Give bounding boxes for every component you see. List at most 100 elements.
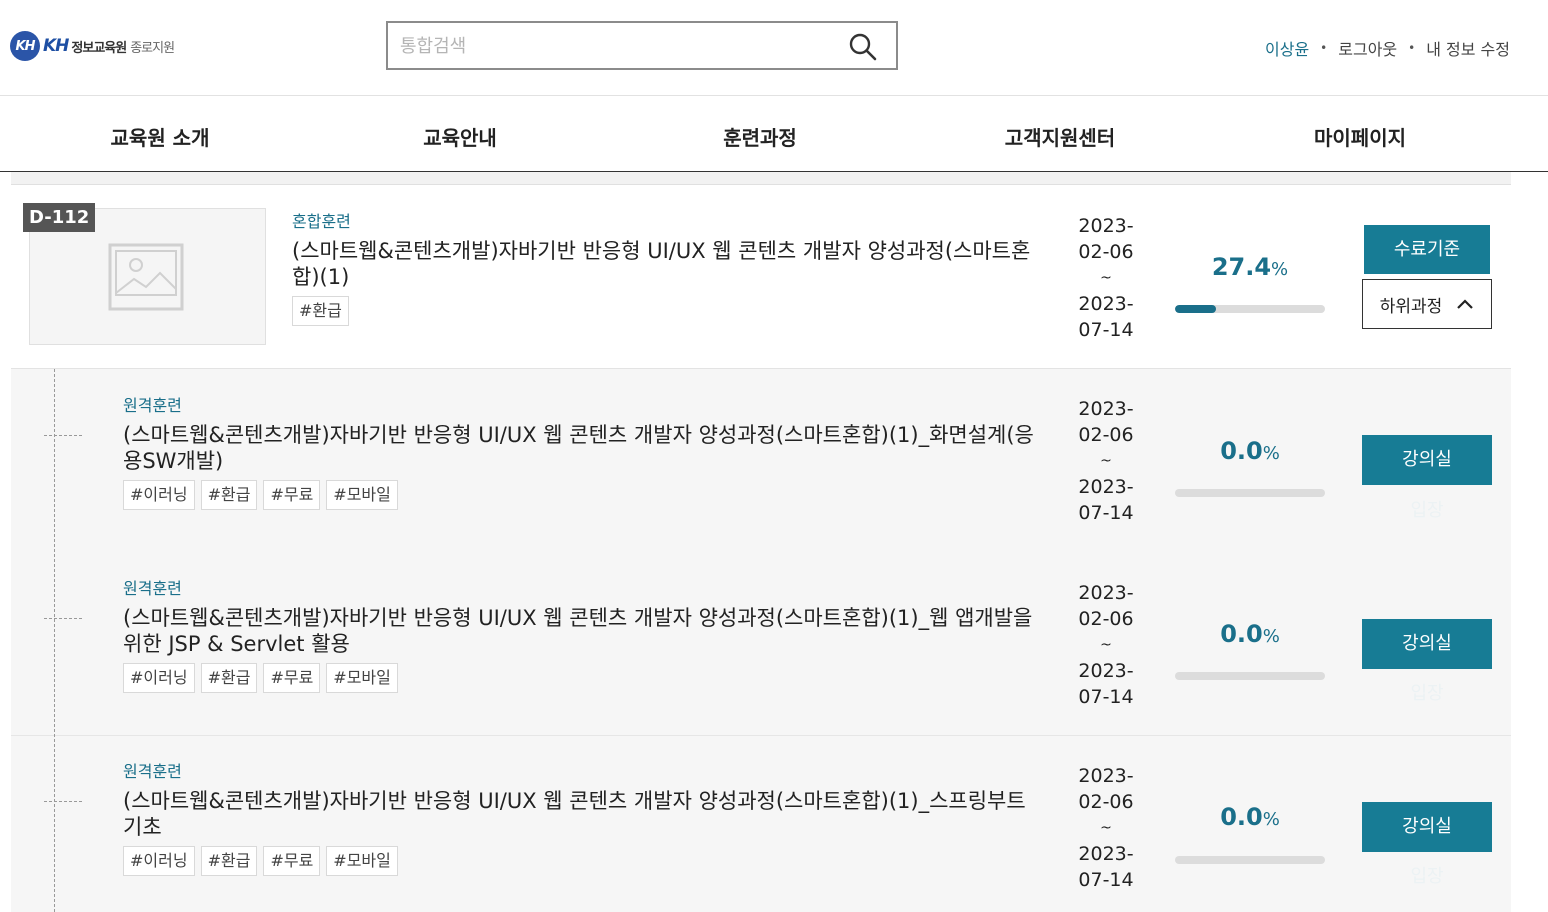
course-info: 혼합훈련 (스마트웹&콘텐츠개발)자바기반 반응형 UI/UX 웹 콘텐츠 개발… [292,208,1042,326]
nav-item-customer-center[interactable]: 고객지원센터 [1005,122,1115,151]
course-title[interactable]: (스마트웹&콘텐츠개발)자바기반 반응형 UI/UX 웹 콘텐츠 개발자 양성과… [292,238,1042,290]
separator-dot: • [1408,41,1416,55]
nav-item-about[interactable]: 교육원 소개 [111,122,210,151]
tag-refund: #환급 [200,480,258,510]
logo-kh: KH [43,36,69,56]
image-placeholder-icon [108,243,184,311]
tree-connector-vertical [54,369,55,912]
edit-profile-link[interactable]: 내 정보 수정 [1426,36,1510,60]
nav-item-mypage[interactable]: 마이페이지 [1314,122,1406,151]
user-name-link[interactable]: 이상윤 [1265,36,1309,60]
classroom-enter-text: 입장 [1410,866,1444,887]
course-info: 원격훈련 (스마트웹&콘텐츠개발)자바기반 반응형 UI/UX 웹 콘텐츠 개발… [123,392,1043,510]
course-tags: #이러닝 #환급 #무료 #모바일 [123,663,1043,693]
progress-bar [1175,489,1325,497]
end-date: 2023- 07-14 [1078,660,1134,708]
course-tags: #이러닝 #환급 #무료 #모바일 [123,846,1043,876]
subcourse-row: 원격훈련 (스마트웹&콘텐츠개발)자바기반 반응형 UI/UX 웹 콘텐츠 개발… [11,736,1511,912]
progress-unit: % [1262,443,1280,464]
dday-badge: D-112 [23,203,96,232]
start-date: 2023- 02-06 [1078,765,1134,813]
nav-item-education-guide[interactable]: 교육안내 [423,122,497,151]
progress-bar [1175,856,1325,864]
course-row-main: D-112 혼합훈련 (스마트웹&콘텐츠개발)자바기반 반응형 UI/UX 웹 … [11,185,1511,369]
end-date: 2023- 07-14 [1078,293,1134,341]
tag-free: #무료 [263,480,321,510]
site-header: KH KH 정보교육원 종로지원 이상윤 • 로그아웃 • 내 정보 수정 [0,0,1548,96]
end-date: 2023- 07-14 [1078,476,1134,524]
progress-value: 0.0% [1175,803,1325,831]
logo-name: 정보교육원 [71,40,127,56]
tag-refund: #환급 [200,663,258,693]
course-info: 원격훈련 (스마트웹&콘텐츠개발)자바기반 반응형 UI/UX 웹 콘텐츠 개발… [123,758,1043,876]
progress-value: 27.4% [1175,253,1325,281]
logo-emblem: KH [10,31,40,61]
progress-number: 27.4 [1211,253,1272,281]
progress-unit: % [1262,626,1280,647]
subcourses-toggle-button[interactable]: 하위과정 [1362,279,1492,329]
period-tilde: ~ [1100,637,1112,653]
start-date: 2023- 02-06 [1078,398,1134,446]
separator-dot: • [1320,41,1328,55]
subcourse-row: 원격훈련 (스마트웹&콘텐츠개발)자바기반 반응형 UI/UX 웹 콘텐츠 개발… [11,552,1511,736]
subcourse-row: 원격훈련 (스마트웹&콘텐츠개발)자바기반 반응형 UI/UX 웹 콘텐츠 개발… [11,369,1511,553]
progress-bar [1175,672,1325,680]
site-logo[interactable]: KH KH 정보교육원 종로지원 [10,31,175,61]
course-title[interactable]: (스마트웹&콘텐츠개발)자바기반 반응형 UI/UX 웹 콘텐츠 개발자 양성과… [123,788,1043,840]
classroom-button[interactable]: 강의실 [1362,802,1492,852]
subcourses-toggle-label: 하위과정 [1379,296,1443,317]
tag-elearning: #이러닝 [123,663,195,693]
end-date: 2023- 07-14 [1078,843,1134,891]
start-date: 2023- 02-06 [1078,582,1134,630]
tag-mobile: #모바일 [326,663,398,693]
search-box [386,21,898,70]
tag-refund: #환급 [292,296,349,326]
search-icon[interactable] [848,32,878,62]
progress-value: 0.0% [1175,437,1325,465]
progress-unit: % [1271,259,1289,280]
course-type-label: 원격훈련 [123,396,182,415]
tag-free: #무료 [263,846,321,876]
course-period: 2023- 02-06 ~ 2023- 07-14 [1071,213,1141,343]
user-nav: 이상윤 • 로그아웃 • 내 정보 수정 [1265,36,1510,60]
period-tilde: ~ [1100,270,1112,286]
period-tilde: ~ [1100,820,1112,836]
progress-number: 0.0 [1220,620,1263,648]
start-date: 2023- 02-06 [1078,215,1134,263]
course-tags: #이러닝 #환급 #무료 #모바일 [123,480,1043,510]
tree-connector-horizontal [44,801,82,802]
chevron-up-icon [1457,299,1474,309]
course-type-label: 원격훈련 [123,762,182,781]
classroom-button[interactable]: 강의실 [1362,435,1492,485]
progress-bar [1175,305,1325,313]
nav-item-training-courses[interactable]: 훈련과정 [723,122,797,151]
main-nav: 교육원 소개 교육안내 훈련과정 고객지원센터 마이페이지 [0,97,1548,172]
progress-number: 0.0 [1220,803,1263,831]
tag-elearning: #이러닝 [123,846,195,876]
logo-branch: 종로지원 [130,40,175,56]
progress-number: 0.0 [1220,437,1263,465]
course-title[interactable]: (스마트웹&콘텐츠개발)자바기반 반응형 UI/UX 웹 콘텐츠 개발자 양성과… [123,422,1043,474]
course-period: 2023- 02-06 ~ 2023- 07-14 [1071,763,1141,893]
course-period: 2023- 02-06 ~ 2023- 07-14 [1071,396,1141,526]
tag-elearning: #이러닝 [123,480,195,510]
tag-refund: #환급 [200,846,258,876]
progress-value: 0.0% [1175,620,1325,648]
course-period: 2023- 02-06 ~ 2023- 07-14 [1071,580,1141,710]
course-type-label: 원격훈련 [123,579,182,598]
course-tags: #환급 [292,296,1042,326]
classroom-button[interactable]: 강의실 [1362,619,1492,669]
logout-link[interactable]: 로그아웃 [1338,36,1397,60]
tag-mobile: #모바일 [326,846,398,876]
classroom-enter-text: 입장 [1410,683,1444,704]
classroom-enter-text: 입장 [1410,500,1444,521]
completion-criteria-button[interactable]: 수료기준 [1364,225,1490,274]
tree-connector-horizontal [44,618,82,619]
course-info: 원격훈련 (스마트웹&콘텐츠개발)자바기반 반응형 UI/UX 웹 콘텐츠 개발… [123,575,1043,693]
progress-bar-fill [1175,305,1217,313]
tree-connector-horizontal [44,435,82,436]
course-type-label: 혼합훈련 [292,212,351,231]
search-input[interactable] [400,33,830,59]
course-title[interactable]: (스마트웹&콘텐츠개발)자바기반 반응형 UI/UX 웹 콘텐츠 개발자 양성과… [123,605,1043,657]
tag-mobile: #모바일 [326,480,398,510]
